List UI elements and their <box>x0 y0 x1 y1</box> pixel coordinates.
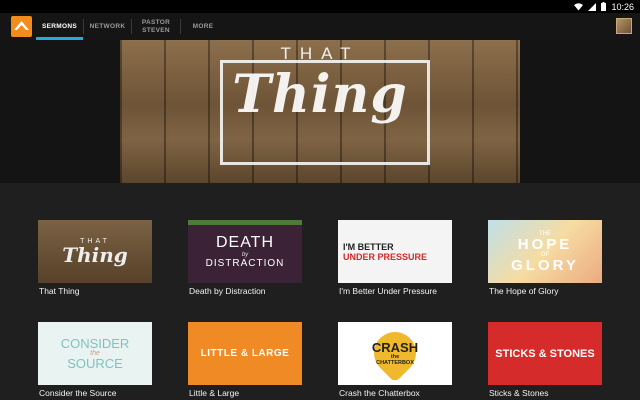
sermon-title: Consider the Source <box>39 388 117 398</box>
hero-title-big: Thing <box>232 64 408 125</box>
tab-bar: SERMONS NETWORK PASTOR STEVEN MORE <box>36 13 225 40</box>
wifi-icon <box>574 2 584 10</box>
hero-banner[interactable]: THAT Thing <box>120 40 520 183</box>
sermon-card[interactable]: STICKS & STONES Sticks & Stones <box>488 322 602 398</box>
status-icons: 10:26 <box>574 0 634 13</box>
sermon-thumbnail: LITTLE & LARGE <box>188 322 302 385</box>
thumbnail-text: STICKS & STONES <box>495 347 595 360</box>
thumbnail-text: Thing <box>62 243 128 267</box>
hero-title-small: THAT <box>280 44 360 63</box>
thumbnail-text: I'M BETTER <box>343 241 394 252</box>
thumbnail-text: CONSIDER <box>60 336 130 351</box>
thumbnail-text: SOURCE <box>67 356 123 371</box>
sermon-thumbnail: THE HOPE OF GLORY <box>488 220 602 283</box>
sermon-card[interactable]: THE HOPE OF GLORY The Hope of Glory <box>488 220 602 296</box>
sermon-card[interactable]: DEATH by DISTRACTION Death by Distractio… <box>188 220 302 296</box>
tab-pastor-steven[interactable]: PASTOR STEVEN <box>132 13 180 40</box>
tab-more[interactable]: MORE <box>181 13 225 40</box>
status-time: 10:26 <box>611 1 634 12</box>
sermon-card[interactable]: CONSIDER the SOURCE Consider the Source <box>38 322 152 398</box>
app-logo[interactable] <box>11 16 32 37</box>
sermon-card[interactable]: LITTLE & LARGE Little & Large <box>188 322 302 398</box>
battery-icon <box>601 2 607 11</box>
sermon-card[interactable]: THAT Thing That Thing <box>38 220 152 296</box>
action-bar: SERMONS NETWORK PASTOR STEVEN MORE <box>0 13 640 40</box>
sermon-title: I'm Better Under Pressure <box>339 286 437 296</box>
sermon-title: Crash the Chatterbox <box>339 388 420 398</box>
sermon-thumbnail: DEATH by DISTRACTION <box>188 220 302 283</box>
tab-network[interactable]: NETWORK <box>84 13 131 40</box>
thumbnail-text: DEATH <box>215 234 275 251</box>
thumbnail-text: GLORY <box>511 256 579 274</box>
thumbnail-text: LITTLE & LARGE <box>200 348 290 359</box>
sermon-thumbnail: I'M BETTER UNDER PRESSURE <box>338 220 452 283</box>
sermon-title: Sticks & Stones <box>489 388 549 398</box>
sermon-thumbnail: THAT Thing <box>38 220 152 283</box>
thumbnail-text: UNDER PRESSURE <box>343 251 428 262</box>
thumbnail-text: DISTRACTION <box>205 258 285 269</box>
sermon-title: The Hope of Glory <box>489 286 559 296</box>
thumbnail-text: CHATTERBOX <box>376 360 414 366</box>
sermon-thumbnail: STICKS & STONES <box>488 322 602 385</box>
sermon-title: Death by Distraction <box>189 286 266 296</box>
house-chevron-icon <box>14 21 29 30</box>
sermon-title: That Thing <box>39 286 80 296</box>
thumbnail-text: HOPE <box>517 235 573 253</box>
sermon-title: Little & Large <box>189 388 240 398</box>
tab-sermons[interactable]: SERMONS <box>36 13 83 40</box>
sermon-card[interactable]: I'M BETTER UNDER PRESSURE I'm Better Und… <box>338 220 452 296</box>
sermon-thumbnail: CRASH the CHATTERBOX <box>338 322 452 385</box>
status-bar: 10:26 <box>0 0 640 13</box>
sermon-card[interactable]: CRASH the CHATTERBOX Crash the Chatterbo… <box>338 322 452 398</box>
sermon-thumbnail: CONSIDER the SOURCE <box>38 322 152 385</box>
avatar[interactable] <box>616 18 632 34</box>
thumbnail-text: CRASH <box>371 340 419 355</box>
signal-icon <box>588 2 597 11</box>
